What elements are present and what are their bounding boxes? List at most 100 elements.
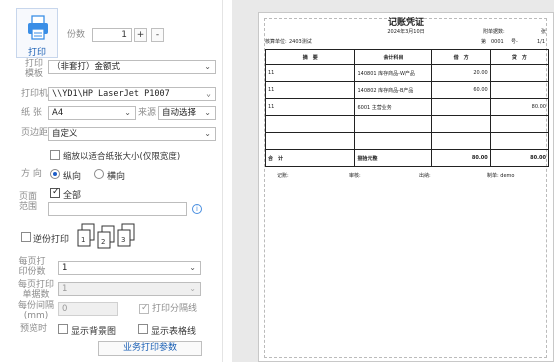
all-pages-checkbox[interactable] [50, 187, 60, 198]
cell-summary: 11 [264, 81, 356, 99]
footer-reviewer: 审核: [349, 173, 361, 179]
paper-size-value: A4 [52, 108, 64, 118]
doc-unit-label: 核算单位: [265, 39, 287, 45]
per-page-docs-select[interactable]: 1 ⌄ [58, 282, 201, 296]
doc-page-number: 1/1 [537, 39, 546, 45]
portrait-radio[interactable] [50, 169, 60, 179]
printer-label: 打印机 [21, 89, 49, 99]
print-label: 打印 [27, 48, 46, 58]
total-amount-words: 捌拾元整 [354, 149, 433, 167]
preview-label: 预览时 [20, 324, 48, 334]
chevron-down-icon: ⌄ [206, 89, 211, 98]
paper-source-select[interactable]: 自动选择 ⌄ [158, 106, 216, 120]
cell-credit [489, 115, 550, 133]
cell-summary: 11 [264, 64, 356, 82]
shrink-to-fit-checkbox[interactable] [50, 150, 60, 160]
copies-input[interactable]: 1 [92, 28, 132, 42]
all-pages-label: 全部 [63, 191, 82, 201]
page-range-label: 页面范围 [19, 192, 38, 212]
paper-source-value: 自动选择 [162, 108, 197, 118]
show-background-label: 显示背景图 [71, 327, 117, 337]
landscape-label: 横向 [107, 172, 126, 182]
doc-attachments-label: 附单据数: [483, 29, 505, 35]
print-template-value: （非套打）金额式 [52, 62, 121, 72]
margin-select[interactable]: 自定义 ⌄ [48, 127, 216, 141]
per-page-copies-select[interactable]: 1 ⌄ [58, 261, 201, 275]
cell-debit [431, 132, 491, 150]
chevron-down-icon: ⌄ [204, 129, 211, 138]
cell-summary: 11 [264, 98, 356, 116]
cell-debit [431, 115, 491, 133]
chevron-down-icon: ⌄ [204, 108, 211, 117]
print-button[interactable]: 打印 [16, 8, 58, 58]
cell-debit: 20.00 [431, 64, 491, 82]
paper-size-select[interactable]: A4 ⌄ [48, 106, 136, 120]
show-background-checkbox[interactable] [58, 324, 68, 334]
table-row [264, 115, 550, 133]
cell-debit: 60.00 [431, 81, 491, 99]
business-print-params-button[interactable]: 业务打印参数 [98, 341, 202, 356]
chevron-down-icon: ⌄ [189, 284, 196, 293]
copies-label: 份数 [67, 30, 86, 40]
cell-credit [489, 132, 550, 150]
copies-decrement-button[interactable]: - [151, 28, 164, 42]
per-page-copies-value: 1 [62, 263, 68, 273]
chevron-down-icon: ⌄ [189, 263, 196, 272]
collate-pages-icon: 1 2 3 [77, 223, 135, 249]
shrink-to-fit-label: 缩放以适合纸张大小(仅限宽度) [63, 152, 181, 162]
total-label: 合 计 [264, 149, 356, 167]
header-credit: 贷 方 [489, 49, 550, 65]
print-template-select[interactable]: （非套打）金额式 ⌄ [48, 60, 216, 74]
cell-debit [431, 98, 491, 116]
doc-attachments-value: 张 [541, 29, 547, 35]
chevron-down-icon: ⌄ [204, 62, 211, 71]
print-settings-panel: 打印 份数 1 + - 打印模板 （非套打）金额式 ⌄ 打印机 \\YD1\HP … [0, 0, 222, 362]
total-credit: 80.00 [489, 149, 550, 167]
reverse-print-checkbox[interactable] [21, 232, 31, 242]
table-row: 11 140802 库存商品-B产品 60.00 [264, 81, 550, 99]
portrait-label: 纵向 [63, 172, 82, 182]
total-row: 合 计 捌拾元整 80.00 80.00 [264, 149, 550, 167]
paper-label: 纸 张 [21, 108, 42, 118]
landscape-radio[interactable] [94, 169, 104, 179]
printer-select[interactable]: \\YD1\HP LaserJet P1007 ⌄ [48, 87, 216, 101]
table-row: 11 140801 库存商品-W产品 20.00 [264, 64, 550, 82]
doc-title: 记账凭证 [387, 18, 424, 28]
reverse-print-label: 逆份打印 [33, 235, 70, 245]
cell-account [354, 115, 433, 133]
panel-divider [222, 0, 232, 362]
separator-line-checkbox[interactable] [139, 303, 149, 314]
page-range-input[interactable] [48, 202, 187, 216]
preview-page: 记账凭证 2024年3月10日 附单据数: 张 核算单位: 2403测试 第 0… [258, 12, 554, 362]
svg-text:3: 3 [121, 236, 125, 244]
voucher-table: 摘 要 会计科目 借 方 贷 方 11 140801 库存商品-W产品 20.0… [264, 49, 550, 167]
show-grid-label: 显示表格线 [151, 327, 197, 337]
cell-summary [264, 132, 356, 150]
cell-account [354, 132, 433, 150]
copy-gap-input[interactable]: 0 [58, 302, 118, 316]
svg-text:2: 2 [101, 238, 105, 246]
cell-credit [489, 64, 550, 82]
header-debit: 借 方 [431, 49, 491, 65]
per-page-copies-label: 每页打印份数 [18, 257, 46, 277]
voucher-header-row: 摘 要 会计科目 借 方 贷 方 [264, 49, 550, 65]
table-row: 11 6001 主营业务 80.00 [264, 98, 550, 116]
paper-source-label: 来源 [138, 108, 157, 118]
show-grid-checkbox[interactable] [138, 324, 148, 334]
doc-voucher-label: 第 [481, 39, 487, 45]
separator-line-label: 打印分隔线 [152, 304, 198, 314]
table-row [264, 132, 550, 150]
total-debit: 80.00 [431, 149, 491, 167]
orientation-label: 方 向 [21, 169, 42, 179]
doc-unit-value: 2403测试 [289, 39, 312, 45]
margin-value: 自定义 [52, 129, 78, 139]
per-page-docs-value: 1 [62, 284, 68, 294]
copy-gap-label: 每份间隔(mm) [17, 301, 54, 321]
chevron-down-icon: ⌄ [124, 108, 131, 117]
header-account: 会计科目 [354, 49, 433, 65]
info-icon[interactable]: i [192, 204, 202, 214]
cell-summary [264, 115, 356, 133]
printer-icon [28, 15, 48, 40]
doc-date: 2024年3月10日 [387, 29, 425, 35]
copies-increment-button[interactable]: + [134, 28, 147, 42]
